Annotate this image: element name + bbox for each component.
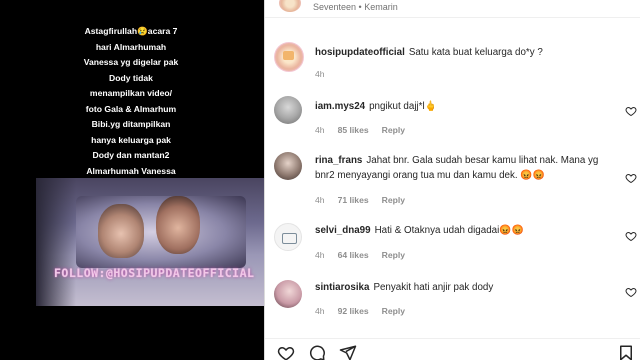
comment-likes[interactable]: 64 likes	[338, 250, 369, 260]
caption-line: Dody dan mantan2	[92, 150, 170, 160]
media-caption-overlay: Astagfirullah😢acara 7 hari Almarhumah Va…	[56, 24, 206, 195]
comment-meta: 4h 92 likes Reply	[315, 306, 418, 316]
watermark: FOLLOW:@HOSIPUPDATEOFFICIAL	[54, 266, 255, 280]
avatar[interactable]	[274, 42, 304, 72]
comment-meta: 4h 64 likes Reply	[315, 250, 418, 260]
comments-panel: Seventeen • Kemarin hosipupdateofficial S…	[264, 0, 640, 360]
avatar[interactable]	[274, 280, 302, 308]
comment-time[interactable]: 4h	[315, 125, 325, 135]
photo-shadow	[36, 178, 76, 306]
comment-body: rina_frans Jahat bnr. Gala sudah besar ka…	[315, 153, 615, 183]
bookmark-icon[interactable]	[617, 344, 635, 360]
caption-line: Dody tidak	[109, 72, 153, 83]
comment-time[interactable]: 4h	[315, 195, 325, 205]
avatar[interactable]	[274, 96, 302, 124]
comment-username[interactable]: selvi_dna99	[315, 225, 371, 236]
caption-line: hari Almarhumah	[95, 41, 167, 52]
comment-text: Satu kata buat keluarga do*y ?	[408, 47, 543, 58]
post-header: Seventeen • Kemarin	[265, 0, 640, 18]
caption-line: Astagfirullah😢acara 7	[84, 26, 178, 36]
comment-username[interactable]: rina_frans	[315, 155, 362, 166]
caption-line: hanya keluarga pak	[91, 134, 171, 145]
caption-line: Vanessa yg digelar pak	[83, 57, 179, 67]
comment-icon[interactable]	[308, 344, 326, 360]
comment-text: Penyakit hati anjir pak dody	[373, 282, 494, 293]
comment-body: sintiarosika Penyakit hati anjir pak dody	[315, 280, 615, 295]
caption-line: Bibi.yg ditampilkan	[91, 119, 171, 129]
post-media[interactable]: Astagfirullah😢acara 7 hari Almarhumah Va…	[0, 0, 264, 360]
heart-icon[interactable]	[625, 105, 637, 117]
caption-line: foto Gala & Almarhum	[85, 103, 177, 114]
caption-line: menampilkan video/	[89, 88, 173, 98]
event-photo: FOLLOW:@HOSIPUPDATEOFFICIAL	[36, 178, 264, 306]
avatar[interactable]	[274, 223, 302, 251]
person-photo	[98, 204, 144, 258]
heart-icon[interactable]	[625, 286, 637, 298]
comment-likes[interactable]: 71 likes	[338, 195, 369, 205]
caption-line: Almarhumah Vanessa	[86, 165, 176, 176]
action-bar	[265, 338, 640, 360]
comment-username[interactable]: hosipupdateofficial	[315, 47, 405, 58]
like-icon[interactable]	[277, 344, 295, 360]
comment-meta: 4h	[315, 69, 338, 79]
instagram-post-view: Astagfirullah😢acara 7 hari Almarhumah Va…	[0, 0, 640, 360]
comment-username[interactable]: iam.mys24	[315, 101, 365, 112]
reply-button[interactable]: Reply	[382, 195, 405, 205]
avatar[interactable]	[274, 152, 302, 180]
heart-icon[interactable]	[625, 172, 637, 184]
comment-text: pngikut dajj*l🖕	[369, 101, 437, 112]
author-avatar[interactable]	[279, 0, 301, 12]
post-meta: Seventeen • Kemarin	[313, 2, 398, 12]
comment-username[interactable]: sintiarosika	[315, 282, 369, 293]
comment-likes[interactable]: 92 likes	[338, 306, 369, 316]
comment-meta: 4h 85 likes Reply	[315, 125, 418, 135]
heart-icon[interactable]	[625, 230, 637, 242]
comment-time[interactable]: 4h	[315, 306, 325, 316]
comment-body: hosipupdateofficial Satu kata buat keluar…	[315, 45, 615, 60]
comment-text: Hati & Otaknya udah digadai😡😡	[374, 225, 524, 236]
comment-body: iam.mys24 pngikut dajj*l🖕	[315, 99, 615, 114]
reply-button[interactable]: Reply	[382, 250, 405, 260]
comment-time[interactable]: 4h	[315, 69, 325, 79]
comment-body: selvi_dna99 Hati & Otaknya udah digadai😡😡	[315, 223, 615, 238]
reply-button[interactable]: Reply	[382, 306, 405, 316]
comment-likes[interactable]: 85 likes	[338, 125, 369, 135]
person-photo	[156, 196, 200, 254]
comment-meta: 4h 71 likes Reply	[315, 195, 418, 205]
reply-button[interactable]: Reply	[382, 125, 405, 135]
comment-time[interactable]: 4h	[315, 250, 325, 260]
share-icon[interactable]	[339, 344, 357, 360]
